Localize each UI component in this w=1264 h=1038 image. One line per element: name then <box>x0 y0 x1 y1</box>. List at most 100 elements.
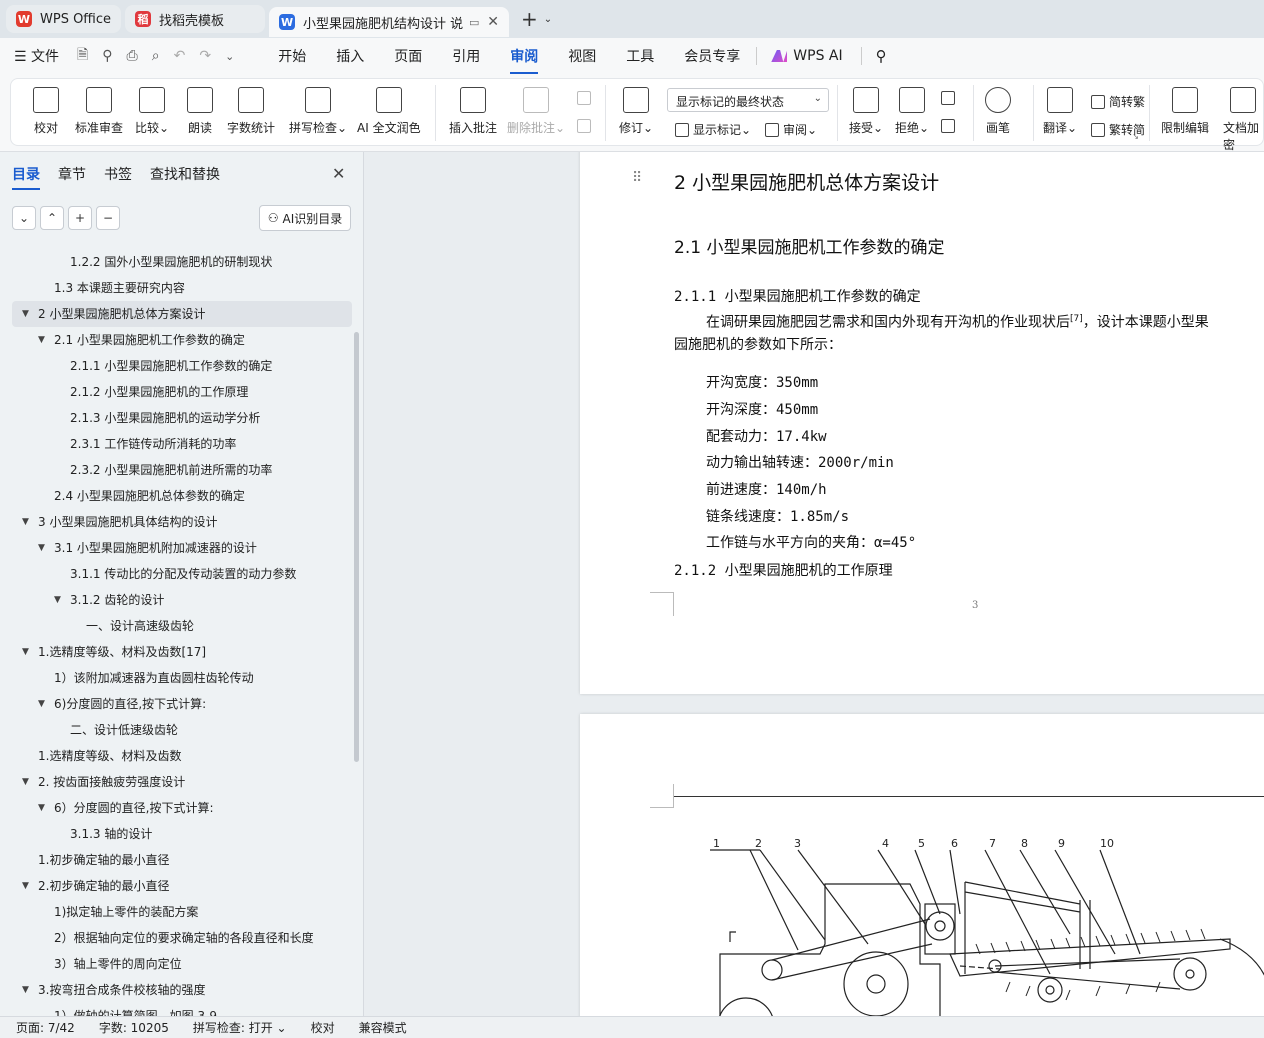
proofread-status[interactable]: 校对 <box>311 1019 335 1036</box>
toc-item[interactable]: 3.1.3 轴的设计 <box>12 821 352 847</box>
toc-item[interactable]: 2.1.1 小型果园施肥机工作参数的确定 <box>12 353 352 379</box>
menu-references[interactable]: 引用 <box>452 46 480 66</box>
caret-down-icon[interactable]: ▼ <box>22 769 29 795</box>
toc-item[interactable]: ▼ 2.1 小型果园施肥机工作参数的确定 <box>12 327 352 353</box>
word-count-button[interactable]: 字数统计 <box>227 87 275 136</box>
toc-item[interactable]: 1.选精度等级、材料及齿数 <box>12 743 352 769</box>
menu-membership[interactable]: 会员专享 <box>684 46 740 66</box>
ai-toc-button[interactable]: ⚇ AI识别目录 <box>259 205 351 231</box>
redo-icon[interactable]: ↷ <box>199 48 211 64</box>
accept-button[interactable]: 接受⌄ <box>849 87 883 136</box>
document-area[interactable]: ⠿ 2 小型果园施肥机总体方案设计 2.1 小型果园施肥机工作参数的确定 2.1… <box>365 152 1264 1016</box>
expand-group-icon[interactable]: ↘ <box>1132 132 1139 141</box>
read-aloud-button[interactable]: 朗读 <box>187 87 213 136</box>
toc-item[interactable]: 2.1.2 小型果园施肥机的工作原理 <box>12 379 352 405</box>
page-indicator[interactable]: 页面: 7/42 <box>16 1019 75 1036</box>
expand-icon[interactable]: ⌃ <box>40 206 64 230</box>
toc-item[interactable]: ▼ 6)分度圆的直径,按下式计算: <box>12 691 352 717</box>
caret-down-icon[interactable]: ▼ <box>22 873 29 899</box>
menu-wps-ai[interactable]: WPS AI <box>771 48 843 64</box>
reject-button[interactable]: 拒绝⌄ <box>895 87 929 136</box>
menu-insert[interactable]: 插入 <box>336 46 364 66</box>
previous-comment-icon[interactable] <box>577 91 595 105</box>
next-comment-icon[interactable] <box>577 119 595 133</box>
standard-review-button[interactable]: 标准审查 <box>75 87 123 136</box>
doc-encrypt-button[interactable]: 文档加密 <box>1223 87 1263 153</box>
chevron-down-icon[interactable]: ⌄ <box>225 50 234 63</box>
scrollbar[interactable] <box>354 332 359 762</box>
caret-down-icon[interactable]: ▼ <box>38 327 45 353</box>
caret-down-icon[interactable]: ▼ <box>22 509 29 535</box>
toc-item[interactable]: 2.3.2 小型果园施肥机前进所需的功率 <box>12 457 352 483</box>
toc-item[interactable]: 2.3.1 工作链传动所消耗的功率 <box>12 431 352 457</box>
menu-view[interactable]: 视图 <box>568 46 596 66</box>
toc-item[interactable]: ▼ 3.按弯扭合成条件校核轴的强度 <box>12 977 352 1003</box>
toc-item[interactable]: ▼ 2.初步确定轴的最小直径 <box>12 873 352 899</box>
tab-document[interactable]: W 小型果园施肥机结构设计 说明 ▭ ✕ <box>269 7 510 37</box>
new-tab-icon[interactable]: + <box>521 7 538 31</box>
restrict-edit-button[interactable]: 限制编辑 <box>1161 87 1209 136</box>
toc-item[interactable]: 1）该附加减速器为直齿圆柱齿轮传动 <box>12 665 352 691</box>
caret-down-icon[interactable]: ▼ <box>54 587 61 613</box>
tab-bookmarks[interactable]: 书签 <box>104 164 132 184</box>
proofread-button[interactable]: 校对 <box>33 87 59 136</box>
toc-item[interactable]: 3）轴上零件的周向定位 <box>12 951 352 977</box>
toc-item[interactable]: ▼ 2. 按齿面接触疲劳强度设计 <box>12 769 352 795</box>
ai-proofread-button[interactable]: AI 全文润色 <box>357 87 421 136</box>
caret-down-icon[interactable]: ▼ <box>38 795 45 821</box>
print-preview-icon[interactable]: ⌕ <box>152 48 160 64</box>
menu-home[interactable]: 开始 <box>278 46 306 66</box>
print-icon[interactable]: ⎙ <box>127 48 138 64</box>
drag-handle-icon[interactable]: ⠿ <box>632 170 642 186</box>
caret-down-icon[interactable]: ▼ <box>22 301 29 327</box>
share-icon[interactable]: ⚲ <box>102 48 112 64</box>
menu-review[interactable]: 审阅 <box>510 46 539 74</box>
toc-item[interactable]: 1.3 本课题主要研究内容 <box>12 275 352 301</box>
translate-button[interactable]: 翻译⌄ <box>1043 87 1077 136</box>
spell-check-button[interactable]: 拼写检查⌄ <box>289 87 347 136</box>
menu-tools[interactable]: 工具 <box>626 46 654 66</box>
pen-button[interactable]: 画笔 <box>985 87 1011 136</box>
tab-toc[interactable]: 目录 <box>12 164 40 190</box>
toc-item[interactable]: 3.1.1 传动比的分配及传动装置的动力参数 <box>12 561 352 587</box>
caret-down-icon[interactable]: ▼ <box>22 977 29 1003</box>
close-icon[interactable]: ✕ <box>487 14 499 30</box>
toc-item[interactable]: ▼ 1.选精度等级、材料及齿数[17] <box>12 639 352 665</box>
tab-find-replace[interactable]: 查找和替换 <box>150 164 220 184</box>
word-count-status[interactable]: 字数: 10205 <box>99 1019 169 1036</box>
toc-item[interactable]: ▼ 6）分度圆的直径,按下式计算: <box>12 795 352 821</box>
to-traditional-button[interactable]: 简转繁 <box>1091 93 1145 110</box>
close-icon[interactable]: ✕ <box>332 164 345 183</box>
delete-comment-button[interactable]: 删除批注⌄ <box>507 87 565 136</box>
next-change-icon[interactable] <box>941 119 959 133</box>
previous-change-icon[interactable] <box>941 91 959 105</box>
tab-wps-office[interactable]: W WPS Office <box>6 5 122 33</box>
revise-button[interactable]: 修订⌄ <box>619 87 653 136</box>
toc-item[interactable]: 2）根据轴向定位的要求确定轴的各段直径和长度 <box>12 925 352 951</box>
toc-item[interactable]: ▼ 3.1 小型果园施肥机附加减速器的设计 <box>12 535 352 561</box>
chevron-down-icon[interactable]: ⌄ <box>544 14 552 25</box>
collapse-icon[interactable]: ⌄ <box>12 206 36 230</box>
caret-down-icon[interactable]: ▼ <box>22 639 29 665</box>
toc-item[interactable]: 2.4 小型果园施肥机总体参数的确定 <box>12 483 352 509</box>
toc-item[interactable]: 二、设计低速级齿轮 <box>12 717 352 743</box>
spell-check-status[interactable]: 拼写检查: 打开 ⌄ <box>193 1019 287 1036</box>
toc-item[interactable]: 1.2.2 国外小型果园施肥机的研制现状 <box>12 249 352 275</box>
caret-down-icon[interactable]: ▼ <box>38 535 45 561</box>
toc-item[interactable]: 2.1.3 小型果园施肥机的运动学分析 <box>12 405 352 431</box>
toc-item[interactable]: 1.初步确定轴的最小直径 <box>12 847 352 873</box>
remove-icon[interactable]: − <box>96 206 120 230</box>
caret-down-icon[interactable]: ▼ <box>38 691 45 717</box>
menu-file[interactable]: ☰ 文件 <box>14 46 59 66</box>
toc-item[interactable]: ▼ 3 小型果园施肥机具体结构的设计 <box>12 509 352 535</box>
menu-page[interactable]: 页面 <box>394 46 422 66</box>
tab-sections[interactable]: 章节 <box>58 164 86 184</box>
toc-item[interactable]: ▼ 3.1.2 齿轮的设计 <box>12 587 352 613</box>
toc-item[interactable]: 1)拟定轴上零件的装配方案 <box>12 899 352 925</box>
add-icon[interactable]: + <box>68 206 92 230</box>
toc-item[interactable]: 一、设计高速级齿轮 <box>12 613 352 639</box>
insert-comment-button[interactable]: 插入批注 <box>449 87 497 136</box>
save-icon[interactable]: 🗎 <box>77 44 88 68</box>
show-markup-button[interactable]: 显示标记 ⌄ <box>675 121 751 138</box>
compare-button[interactable]: 比较⌄ <box>135 87 169 136</box>
